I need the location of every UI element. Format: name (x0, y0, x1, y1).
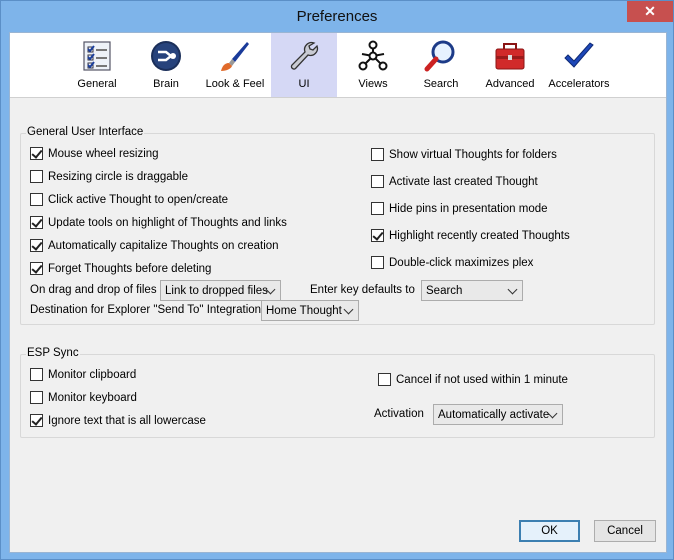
checkbox-box[interactable] (30, 391, 43, 404)
checkbox-monitor-keyboard[interactable]: Monitor keyboard (30, 391, 137, 404)
general-ui-legend: General User Interface (26, 126, 145, 138)
brain-logo-icon (151, 41, 181, 71)
checkbox-box[interactable] (30, 170, 43, 183)
checkbox-box[interactable] (30, 414, 43, 427)
checkbox-ignore-lowercase[interactable]: Ignore text that is all lowercase (30, 414, 206, 427)
dialog-body: General Brain Look & Feel UI Views Searc… (9, 32, 667, 553)
select-value: Search (426, 284, 463, 297)
checkbox-box[interactable] (30, 368, 43, 381)
category-toolbar: General Brain Look & Feel UI Views Searc… (10, 33, 666, 98)
checkbox-monitor-clipboard[interactable]: Monitor clipboard (30, 368, 136, 381)
checkbox-label: Hide pins in presentation mode (389, 202, 548, 215)
tab-brain[interactable]: Brain (133, 33, 199, 97)
activation-select[interactable]: Automatically activate (433, 404, 563, 425)
close-button[interactable]: ✕ (627, 1, 673, 22)
checkbox-box[interactable] (30, 262, 43, 275)
drag-drop-select[interactable]: Link to dropped files (160, 280, 281, 301)
checkbox-resizing-circle-draggable[interactable]: Resizing circle is draggable (30, 170, 188, 183)
select-value: Automatically activate (438, 408, 550, 421)
tab-general[interactable]: General (64, 33, 130, 97)
checkbox-label: Update tools on highlight of Thoughts an… (48, 216, 287, 229)
window-title: Preferences (296, 8, 378, 25)
checkbox-box[interactable] (371, 229, 384, 242)
esp-sync-legend: ESP Sync (26, 347, 80, 359)
tab-label: Views (358, 78, 388, 90)
checkbox-cancel-if-not-used[interactable]: Cancel if not used within 1 minute (378, 373, 568, 386)
select-value: Link to dropped files (165, 284, 268, 297)
checkbox-hide-pins[interactable]: Hide pins in presentation mode (371, 202, 548, 215)
checkbox-box[interactable] (30, 193, 43, 206)
cancel-button[interactable]: Cancel (594, 520, 656, 542)
checkmark-icon (564, 42, 594, 68)
checkbox-click-active-thought[interactable]: Click active Thought to open/create (30, 193, 228, 206)
checkbox-box[interactable] (30, 147, 43, 160)
checkbox-box[interactable] (371, 148, 384, 161)
checkbox-label: Double-click maximizes plex (389, 256, 534, 269)
title-bar[interactable]: Preferences ✕ (1, 1, 673, 32)
checkbox-box[interactable] (371, 256, 384, 269)
checkbox-show-virtual-thoughts[interactable]: Show virtual Thoughts for folders (371, 148, 557, 161)
tab-label: Search (423, 78, 459, 90)
activation-label: Activation (374, 408, 424, 420)
send-to-select[interactable]: Home Thought (261, 300, 359, 321)
enter-key-label: Enter key defaults to (310, 284, 415, 296)
checkbox-label: Show virtual Thoughts for folders (389, 148, 557, 161)
tab-label: Brain (153, 78, 179, 90)
checkbox-highlight-recent[interactable]: Highlight recently created Thoughts (371, 229, 570, 242)
tab-label: UI (298, 78, 310, 90)
tab-look-and-feel[interactable]: Look & Feel (202, 33, 268, 97)
checkbox-label: Click active Thought to open/create (48, 193, 229, 206)
send-to-label: Destination for Explorer "Send To" Integ… (30, 304, 262, 316)
views-network-icon (358, 40, 388, 71)
tab-label: Advanced (485, 78, 535, 90)
checkbox-label: Resizing circle is draggable (48, 170, 188, 183)
ok-button[interactable]: OK (519, 520, 580, 542)
checkbox-box[interactable] (371, 175, 384, 188)
chevron-down-icon (343, 304, 354, 315)
select-value: Home Thought (266, 304, 342, 317)
checkbox-label: Monitor clipboard (48, 368, 137, 381)
drag-drop-label: On drag and drop of files (30, 284, 157, 296)
checkbox-activate-last-created[interactable]: Activate last created Thought (371, 175, 538, 188)
checkbox-label: Mouse wheel resizing (48, 147, 159, 160)
chevron-down-icon (507, 284, 518, 295)
tab-accelerators[interactable]: Accelerators (546, 33, 612, 97)
tab-search[interactable]: Search (408, 33, 474, 97)
checkbox-auto-capitalize[interactable]: Automatically capitalize Thoughts on cre… (30, 239, 279, 252)
wrench-icon (290, 41, 319, 70)
tab-ui[interactable]: UI (271, 33, 337, 97)
preferences-window: Preferences ✕ General Brain Look & Feel … (0, 0, 674, 560)
toolbox-icon (495, 43, 525, 70)
checkbox-label: Activate last created Thought (389, 175, 538, 188)
tab-advanced[interactable]: Advanced (477, 33, 543, 97)
checkbox-label: Ignore text that is all lowercase (48, 414, 206, 427)
enter-key-select[interactable]: Search (421, 280, 523, 301)
checkbox-box[interactable] (371, 202, 384, 215)
checkbox-box[interactable] (378, 373, 391, 386)
tab-views[interactable]: Views (340, 33, 406, 97)
checkbox-mouse-wheel-resizing[interactable]: Mouse wheel resizing (30, 147, 159, 160)
checkbox-label: Cancel if not used within 1 minute (396, 373, 568, 386)
tab-label: General (77, 78, 117, 90)
checkbox-label: Automatically capitalize Thoughts on cre… (48, 239, 279, 252)
checkbox-box[interactable] (30, 239, 43, 252)
close-icon: ✕ (644, 3, 656, 19)
tab-label: Look & Feel (205, 78, 265, 90)
checkbox-double-click-maximizes[interactable]: Double-click maximizes plex (371, 256, 533, 269)
checkbox-label: Highlight recently created Thoughts (389, 229, 570, 242)
magnifier-icon (424, 40, 455, 72)
checkbox-label: Forget Thoughts before deleting (48, 262, 212, 275)
paintbrush-icon (221, 42, 249, 71)
checkbox-box[interactable] (30, 216, 43, 229)
checkbox-update-tools-on-highlight[interactable]: Update tools on highlight of Thoughts an… (30, 216, 287, 229)
checkbox-label: Monitor keyboard (48, 391, 137, 404)
checklist-icon (83, 41, 111, 71)
checkbox-forget-thoughts[interactable]: Forget Thoughts before deleting (30, 262, 211, 275)
tab-label: Accelerators (548, 78, 610, 90)
